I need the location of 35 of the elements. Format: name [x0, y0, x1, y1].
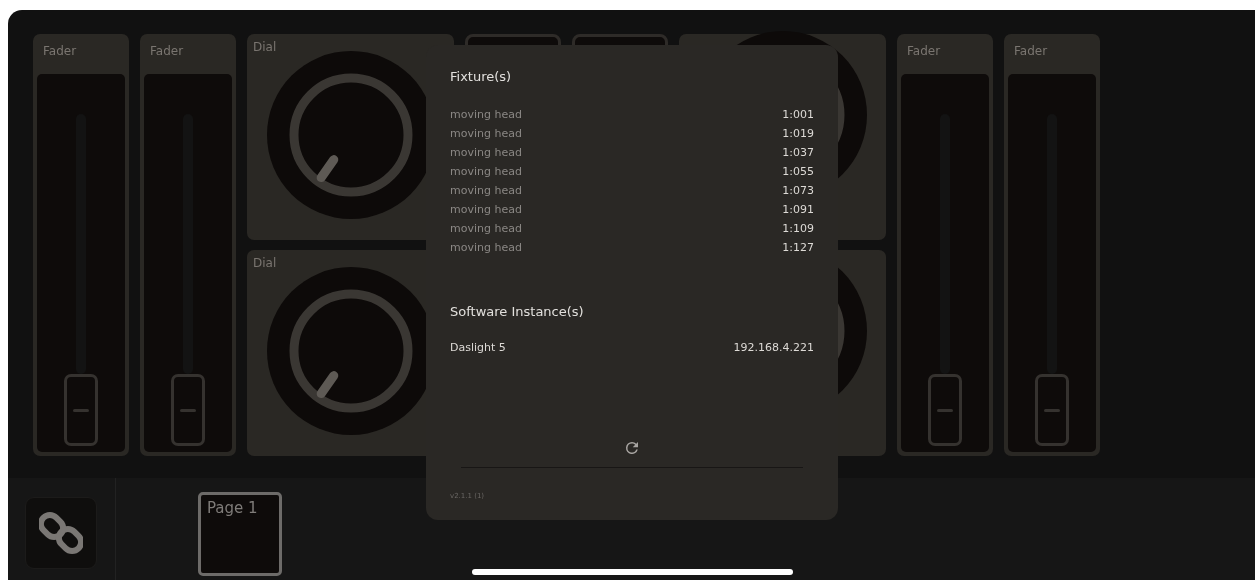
instance-name: Daslight 5 [450, 341, 506, 354]
fader-label: Fader [1013, 43, 1049, 60]
fixture-address: 1:019 [782, 127, 814, 142]
fader-thumb[interactable] [928, 374, 962, 446]
fixtures-heading: Fixture(s) [450, 69, 513, 84]
fixture-name: moving head [450, 127, 522, 142]
refresh-icon[interactable] [623, 439, 641, 457]
home-indicator[interactable] [472, 569, 793, 575]
fixture-name: moving head [450, 222, 522, 237]
fader-label: Fader [906, 43, 942, 60]
link-icon [39, 510, 83, 556]
link-button[interactable] [25, 497, 97, 569]
fader-thumb[interactable] [64, 374, 98, 446]
instance-ip: 192.168.4.221 [733, 341, 814, 354]
page-tile[interactable]: Page 1 [198, 492, 282, 576]
fixture-address: 1:055 [782, 165, 814, 180]
fixture-name: moving head [450, 108, 522, 123]
fixture-address: 1:127 [782, 241, 814, 256]
fader-thumb[interactable] [171, 374, 205, 446]
fixture-name: moving head [450, 146, 522, 161]
fixture-address: 1:001 [782, 108, 814, 123]
dial-label: Dial [252, 39, 278, 54]
fixture-address: 1:073 [782, 184, 814, 199]
fader-thumb[interactable] [1035, 374, 1069, 446]
fixture-address: 1:109 [782, 222, 814, 237]
fixture-name: moving head [450, 184, 522, 199]
instances-heading: Software Instance(s) [450, 304, 585, 319]
fixture-name: moving head [450, 241, 522, 256]
fixture-address: 1:037 [782, 146, 814, 161]
fixture-name: moving head [450, 203, 522, 218]
dial-label: Dial [252, 255, 278, 270]
fixture-address: 1:091 [782, 203, 814, 218]
fader-label: Fader [149, 43, 185, 60]
fixture-name: moving head [450, 165, 522, 180]
fader-label: Fader [42, 43, 78, 60]
